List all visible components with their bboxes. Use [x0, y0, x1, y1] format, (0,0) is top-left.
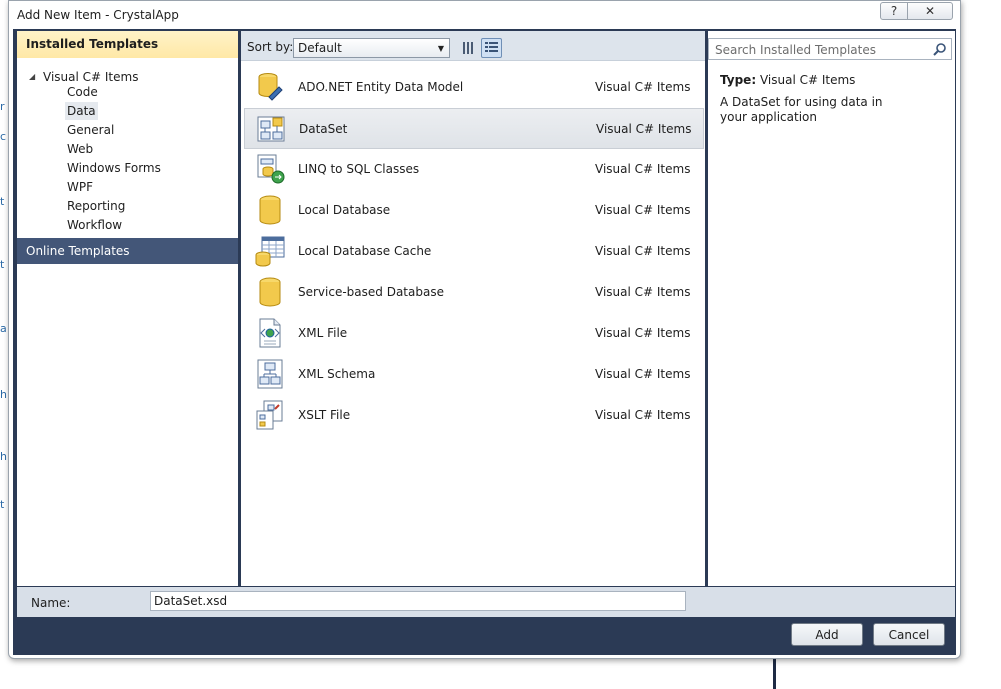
dataset-icon — [257, 116, 285, 142]
cancel-button[interactable]: Cancel — [873, 623, 945, 646]
name-label: Name: — [31, 596, 71, 610]
template-details-panel: Type: Visual C# Items A DataSet for usin… — [708, 31, 955, 586]
template-row-ado-net-entity-data-model[interactable]: ADO.NET Entity Data Model Visual C# Item… — [244, 67, 704, 108]
template-name: XSLT File — [298, 408, 351, 422]
template-row-dataset[interactable]: DataSet Visual C# Items — [244, 108, 704, 149]
tree-node-label: Visual C# Items — [43, 69, 139, 84]
small-icons-view-button[interactable] — [458, 38, 479, 58]
linq-to-sql-icon — [257, 154, 285, 184]
background-code-fragment: t — [0, 258, 5, 271]
template-name: ADO.NET Entity Data Model — [298, 80, 464, 94]
tree-item-wpf[interactable]: WPF — [65, 178, 95, 196]
list-view-icon — [485, 42, 498, 52]
sort-by-dropdown[interactable]: Default ▼ — [293, 38, 450, 58]
database-icon — [259, 277, 281, 307]
database-cache-icon — [255, 236, 285, 267]
tree-item-data[interactable]: Data — [65, 102, 98, 120]
background-editor-edge — [773, 655, 776, 689]
help-button[interactable]: ? — [880, 2, 908, 20]
background-code-fragment: r — [0, 100, 5, 113]
dialog-body: Installed Templates ◢ Visual C# Items Co… — [13, 29, 956, 655]
background-code-fragment: a — [0, 322, 7, 335]
dialog-title: Add New Item - CrystalApp — [17, 8, 179, 22]
search-templates-input[interactable] — [713, 42, 923, 57]
installed-templates-header[interactable]: Installed Templates — [17, 31, 238, 58]
background-code-fragment: c — [0, 130, 7, 143]
tree-item-workflow[interactable]: Workflow — [65, 216, 124, 234]
database-icon — [259, 195, 281, 225]
template-name: Local Database — [298, 203, 391, 217]
online-templates-header[interactable]: Online Templates — [17, 238, 238, 264]
xml-file-icon — [259, 318, 281, 348]
background-code-fragment: t — [0, 498, 5, 511]
list-view-button[interactable] — [481, 38, 502, 58]
template-description: A DataSet for using data in your applica… — [720, 95, 883, 124]
dialog-titlebar: Add New Item - CrystalApp ? ✕ — [9, 1, 960, 29]
add-new-item-dialog: Add New Item - CrystalApp ? ✕ Installed … — [8, 0, 961, 659]
template-categories-panel: Installed Templates ◢ Visual C# Items Co… — [17, 31, 238, 586]
sort-by-label: Sort by: — [247, 40, 294, 54]
template-category: Visual C# Items — [595, 408, 691, 422]
template-name: XML File — [298, 326, 348, 340]
type-label: Type: — [720, 73, 757, 87]
name-input[interactable] — [150, 591, 686, 611]
templates-list-panel: Sort by: Default ▼ ADO.NET Entity Data M… — [241, 31, 705, 586]
template-category: Visual C# Items — [595, 80, 691, 94]
template-name: Service-based Database — [298, 285, 444, 299]
template-category: Visual C# Items — [595, 244, 691, 258]
template-row-service-based-database[interactable]: Service-based Database Visual C# Items — [244, 272, 704, 313]
template-row-xml-file[interactable]: XML File Visual C# Items — [244, 313, 704, 354]
small-icons-view-icon — [463, 42, 473, 54]
template-row-local-database[interactable]: Local Database Visual C# Items — [244, 190, 704, 231]
template-category: Visual C# Items — [595, 326, 691, 340]
tree-item-reporting[interactable]: Reporting — [65, 197, 127, 215]
search-icon[interactable] — [933, 42, 947, 56]
template-row-linq-to-sql-classes[interactable]: LINQ to SQL Classes Visual C# Items — [244, 149, 704, 190]
template-category: Visual C# Items — [596, 122, 692, 136]
xml-schema-icon — [257, 359, 283, 389]
template-row-local-database-cache[interactable]: Local Database Cache Visual C# Items — [244, 231, 704, 272]
type-value: Visual C# Items — [759, 73, 856, 87]
close-button[interactable]: ✕ — [907, 2, 953, 20]
template-name: Local Database Cache — [298, 244, 432, 258]
template-row-xslt-file[interactable]: XSLT File Visual C# Items — [244, 395, 704, 436]
template-category: Visual C# Items — [595, 367, 691, 381]
tree-item-windows-forms[interactable]: Windows Forms — [65, 159, 163, 177]
template-row-xml-schema[interactable]: XML Schema Visual C# Items — [244, 354, 704, 395]
tree-item-general[interactable]: General — [65, 121, 116, 139]
template-category: Visual C# Items — [595, 285, 691, 299]
tree-item-web[interactable]: Web — [65, 140, 95, 158]
template-category: Visual C# Items — [595, 162, 691, 176]
sort-by-value: Default — [298, 41, 342, 55]
background-code-fragment: h — [0, 450, 7, 463]
template-category: Visual C# Items — [595, 203, 691, 217]
entity-model-icon — [258, 73, 283, 101]
template-name: DataSet — [299, 122, 348, 136]
tree-item-code[interactable]: Code — [65, 83, 100, 101]
search-box[interactable] — [708, 38, 952, 60]
xslt-file-icon — [256, 400, 283, 430]
add-button[interactable]: Add — [791, 623, 863, 646]
templates-toolbar: Sort by: Default ▼ — [241, 31, 705, 61]
template-type: Type: Visual C# Items — [720, 73, 855, 87]
expand-arrow-icon[interactable]: ◢ — [29, 72, 43, 81]
template-name: XML Schema — [298, 367, 376, 381]
background-code-fragment: t — [0, 195, 5, 208]
name-row: Name: — [17, 587, 955, 617]
dropdown-arrow-icon: ▼ — [437, 44, 444, 53]
template-name: LINQ to SQL Classes — [298, 162, 420, 176]
background-code-fragment: h — [0, 388, 7, 401]
